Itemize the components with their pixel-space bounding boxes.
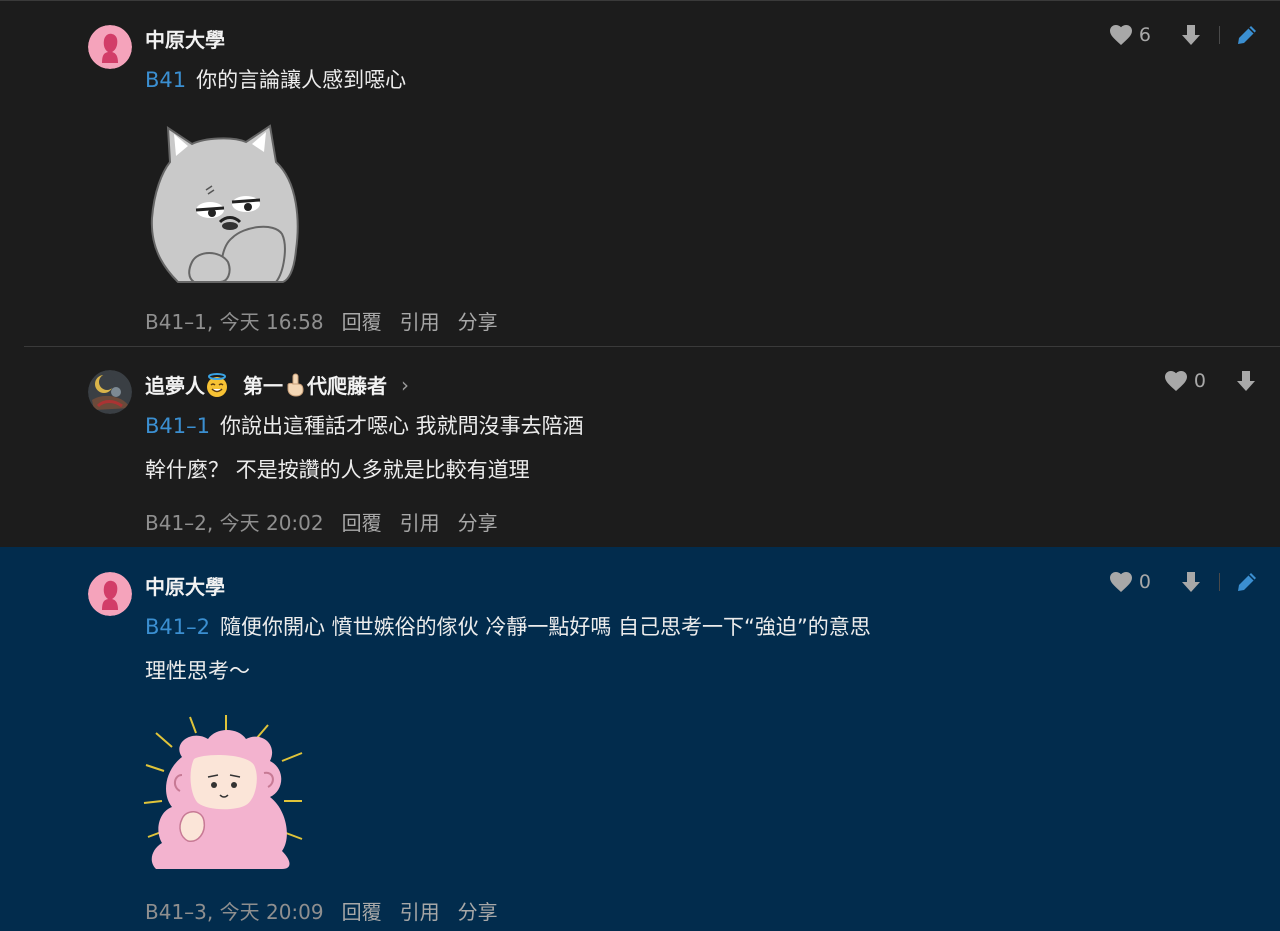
author-name[interactable]: 追夢人 xyxy=(145,370,205,399)
quote-button[interactable]: 引用 xyxy=(400,511,440,535)
chevron-right-icon[interactable]: › xyxy=(401,373,409,397)
heart-icon xyxy=(1109,25,1132,45)
comment-text: B41–1 你說出這種話才噁心 我就問沒事去陪酒 xyxy=(145,410,584,440)
author-name[interactable]: 中原大學 xyxy=(145,571,225,600)
action-separator xyxy=(1219,573,1220,591)
comment-line: 你的言論讓人感到噁心 xyxy=(196,68,407,92)
reply-button[interactable]: 回覆 xyxy=(342,900,382,924)
floor-reference-link[interactable]: B41–1 xyxy=(145,414,210,438)
like-button[interactable]: 0 xyxy=(1164,370,1206,392)
floor-timestamp: B41–3, 今天 20:09 xyxy=(145,900,324,924)
heart-icon xyxy=(1109,572,1132,592)
arrow-down-icon xyxy=(1182,25,1200,45)
heart-icon xyxy=(1164,371,1187,391)
downvote-button[interactable] xyxy=(1181,24,1201,46)
pencil-icon xyxy=(1238,573,1256,591)
share-button[interactable]: 分享 xyxy=(458,310,498,334)
avatar-female-icon xyxy=(88,572,132,616)
author-title-text-2: 代爬藤者 xyxy=(307,374,387,398)
comment-meta: B41–1, 今天 16:58 回覆 引用 分享 xyxy=(145,306,516,335)
avatar[interactable] xyxy=(88,572,132,616)
reply-button[interactable]: 回覆 xyxy=(342,511,382,535)
action-separator xyxy=(1219,26,1220,44)
downvote-button[interactable] xyxy=(1236,370,1256,392)
author-row: 追夢人 第一 代爬藤者 › xyxy=(145,370,409,399)
finger-pointing-up-icon xyxy=(287,373,304,397)
quote-button[interactable]: 引用 xyxy=(400,310,440,334)
comment-line: 你說出這種話才噁心 我就問沒事去陪酒 xyxy=(220,414,584,438)
avatar[interactable] xyxy=(88,25,132,69)
comment-text: B41–2 隨便你開心 憤世嫉俗的傢伙 冷靜一點好嗎 自己思考一下“強迫”的意思 xyxy=(145,611,871,641)
comment-actions: 0 xyxy=(1164,370,1256,392)
arrow-down-icon xyxy=(1182,572,1200,592)
cat-sticker[interactable] xyxy=(148,122,304,288)
comment-b41-2: 追夢人 第一 代爬藤者 › B41–1 你說出這種話才噁心 我就問沒事去陪酒 幹什… xyxy=(0,346,1280,547)
comment-actions: 0 xyxy=(1109,571,1258,593)
like-count: 0 xyxy=(1193,370,1206,392)
pencil-icon xyxy=(1238,26,1256,44)
edit-button[interactable] xyxy=(1236,571,1258,593)
comment-line: 隨便你開心 憤世嫉俗的傢伙 冷靜一點好嗎 自己思考一下“強迫”的意思 xyxy=(220,615,871,639)
like-button[interactable]: 0 xyxy=(1109,571,1151,593)
edit-button[interactable] xyxy=(1236,24,1258,46)
comment-b41-1: 中原大學 B41 你的言論讓人感到噁心 B41–1, 今天 16:58 回覆 引用 分享… xyxy=(0,0,1280,346)
reply-button[interactable]: 回覆 xyxy=(342,310,382,334)
comment-meta: B41–3, 今天 20:09 回覆 引用 分享 xyxy=(145,896,516,925)
comment-actions: 6 xyxy=(1109,24,1258,46)
floor-timestamp: B41–1, 今天 16:58 xyxy=(145,310,324,334)
author-title-text: 第一 xyxy=(243,374,283,398)
like-button[interactable]: 6 xyxy=(1109,24,1151,46)
like-count: 0 xyxy=(1138,571,1151,593)
author-title-badge: 第一 代爬藤者 xyxy=(243,370,387,399)
comment-line: 理性思考～ xyxy=(145,659,250,683)
downvote-button[interactable] xyxy=(1181,571,1201,593)
share-button[interactable]: 分享 xyxy=(458,900,498,924)
floor-reference-link[interactable]: B41–2 xyxy=(145,615,210,639)
avatar-photo-icon xyxy=(88,370,132,414)
avatar-female-icon xyxy=(88,25,132,69)
avatar[interactable] xyxy=(88,370,132,414)
comment-line: 幹什麼？ 不是按讚的人多就是比較有道理 xyxy=(145,458,530,482)
arrow-down-icon xyxy=(1237,371,1255,391)
share-button[interactable]: 分享 xyxy=(458,511,498,535)
quote-button[interactable]: 引用 xyxy=(400,900,440,924)
divider xyxy=(0,0,1280,1)
angel-face-icon xyxy=(207,372,227,397)
like-count: 6 xyxy=(1138,24,1151,46)
divider xyxy=(24,346,1280,347)
floor-timestamp: B41–2, 今天 20:02 xyxy=(145,511,324,535)
floor-reference-link[interactable]: B41 xyxy=(145,68,186,92)
comment-text: B41 你的言論讓人感到噁心 xyxy=(145,64,406,94)
comment-b41-3: 中原大學 B41–2 隨便你開心 憤世嫉俗的傢伙 冷靜一點好嗎 自己思考一下“強迫… xyxy=(0,547,1280,931)
comment-meta: B41–2, 今天 20:02 回覆 引用 分享 xyxy=(145,507,516,536)
pink-sheep-sticker[interactable] xyxy=(142,713,308,873)
author-name[interactable]: 中原大學 xyxy=(145,24,225,53)
